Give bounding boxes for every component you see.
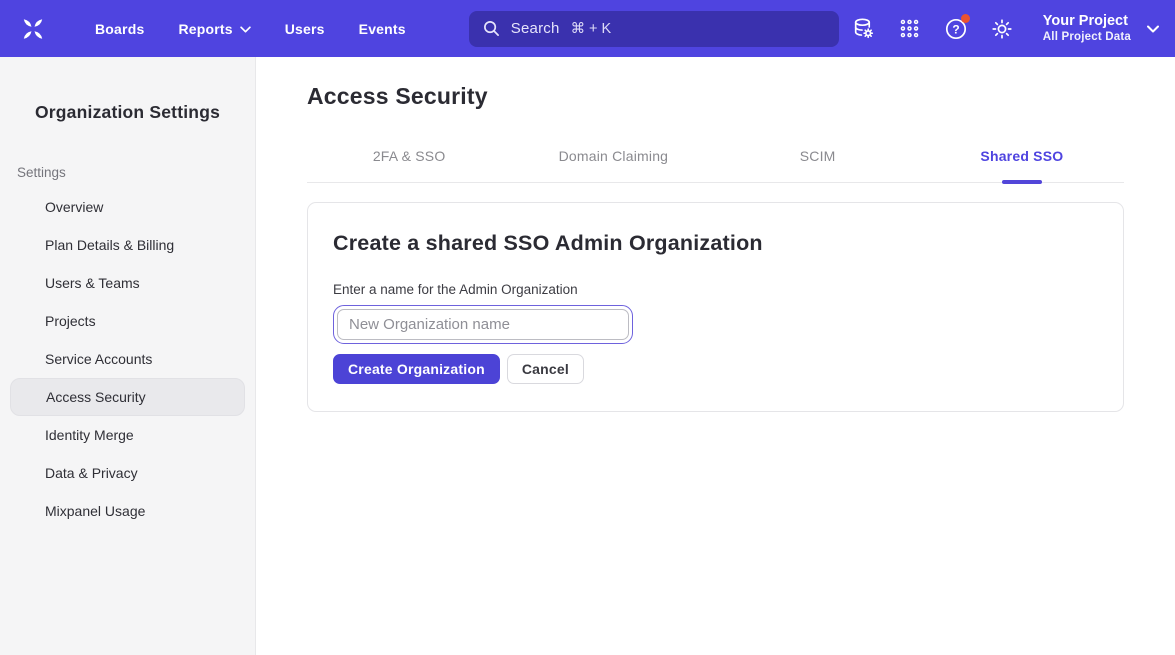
search-shortcut-hint: ⌘ + K bbox=[571, 21, 612, 37]
tab-shared-sso[interactable]: Shared SSO bbox=[920, 148, 1124, 182]
active-tab-indicator bbox=[1002, 180, 1042, 184]
nav-item-label: Boards bbox=[95, 21, 144, 37]
org-name-input-focus-ring bbox=[333, 305, 633, 344]
top-navigation-bar: Boards Reports Users Events Search ⌘ + K bbox=[0, 0, 1175, 57]
main-content: Access Security 2FA & SSO Domain Claimin… bbox=[256, 57, 1175, 655]
global-search-input[interactable]: Search ⌘ + K bbox=[469, 11, 839, 47]
org-settings-sidebar: Organization Settings Settings Overview … bbox=[0, 57, 256, 655]
sidebar-section-label: Settings bbox=[17, 165, 255, 180]
org-name-label: Enter a name for the Admin Organization bbox=[333, 282, 1098, 297]
sidebar-item-overview[interactable]: Overview bbox=[10, 188, 245, 226]
sidebar-item-mixpanel-usage[interactable]: Mixpanel Usage bbox=[10, 492, 245, 530]
chevron-down-icon bbox=[240, 24, 251, 33]
sidebar-item-access-security[interactable]: Access Security bbox=[10, 378, 245, 416]
nav-item-label: Reports bbox=[178, 21, 232, 37]
project-selector[interactable]: Your Project All Project Data bbox=[1043, 12, 1159, 45]
sidebar-item-plan-details-billing[interactable]: Plan Details & Billing bbox=[10, 226, 245, 264]
settings-button[interactable] bbox=[979, 0, 1025, 57]
search-icon bbox=[483, 20, 500, 37]
tab-label: 2FA & SSO bbox=[373, 148, 446, 164]
gear-icon bbox=[990, 17, 1014, 41]
primary-nav: Boards Reports Users Events bbox=[78, 0, 423, 57]
nav-item-reports[interactable]: Reports bbox=[161, 0, 267, 57]
sidebar-item-projects[interactable]: Projects bbox=[10, 302, 245, 340]
search-placeholder: Search bbox=[511, 20, 560, 37]
project-data-scope: All Project Data bbox=[1043, 30, 1131, 44]
org-name-input[interactable] bbox=[337, 309, 629, 340]
nav-item-label: Events bbox=[359, 21, 406, 37]
create-shared-sso-card: Create a shared SSO Admin Organization E… bbox=[307, 202, 1124, 412]
content-shell: Organization Settings Settings Overview … bbox=[0, 57, 1175, 655]
sidebar-title: Organization Settings bbox=[0, 102, 255, 123]
database-gear-icon bbox=[851, 16, 876, 41]
sidebar-item-users-teams[interactable]: Users & Teams bbox=[10, 264, 245, 302]
apps-grid-button[interactable] bbox=[887, 0, 933, 57]
nav-item-users[interactable]: Users bbox=[268, 0, 342, 57]
nav-item-boards[interactable]: Boards bbox=[78, 0, 161, 57]
help-button[interactable]: ? bbox=[933, 0, 979, 57]
cancel-button[interactable]: Cancel bbox=[507, 354, 584, 384]
tab-2fa-sso[interactable]: 2FA & SSO bbox=[307, 148, 511, 182]
project-name: Your Project bbox=[1043, 12, 1128, 30]
form-actions: Create Organization Cancel bbox=[333, 354, 1098, 384]
project-info: Your Project All Project Data bbox=[1043, 12, 1131, 45]
create-organization-button[interactable]: Create Organization bbox=[333, 354, 500, 384]
tab-domain-claiming[interactable]: Domain Claiming bbox=[511, 148, 715, 182]
tab-label: Shared SSO bbox=[980, 148, 1063, 164]
chevron-down-icon bbox=[1147, 25, 1159, 33]
access-security-tabs: 2FA & SSO Domain Claiming SCIM Shared SS… bbox=[307, 148, 1124, 183]
sidebar-item-identity-merge[interactable]: Identity Merge bbox=[10, 416, 245, 454]
nav-item-events[interactable]: Events bbox=[342, 0, 423, 57]
data-management-button[interactable] bbox=[841, 0, 887, 57]
grid-icon bbox=[899, 18, 920, 39]
tab-label: SCIM bbox=[800, 148, 836, 164]
card-heading: Create a shared SSO Admin Organization bbox=[333, 231, 1098, 256]
sidebar-item-service-accounts[interactable]: Service Accounts bbox=[10, 340, 245, 378]
notification-dot bbox=[961, 14, 970, 23]
mixpanel-logo-icon[interactable] bbox=[16, 14, 50, 44]
tab-scim[interactable]: SCIM bbox=[716, 148, 920, 182]
page-title: Access Security bbox=[307, 83, 1124, 110]
topbar-actions: ? Your Project All Project Data bbox=[841, 0, 1159, 57]
svg-text:?: ? bbox=[952, 22, 959, 36]
sidebar-item-data-privacy[interactable]: Data & Privacy bbox=[10, 454, 245, 492]
nav-item-label: Users bbox=[285, 21, 325, 37]
tab-label: Domain Claiming bbox=[559, 148, 669, 164]
